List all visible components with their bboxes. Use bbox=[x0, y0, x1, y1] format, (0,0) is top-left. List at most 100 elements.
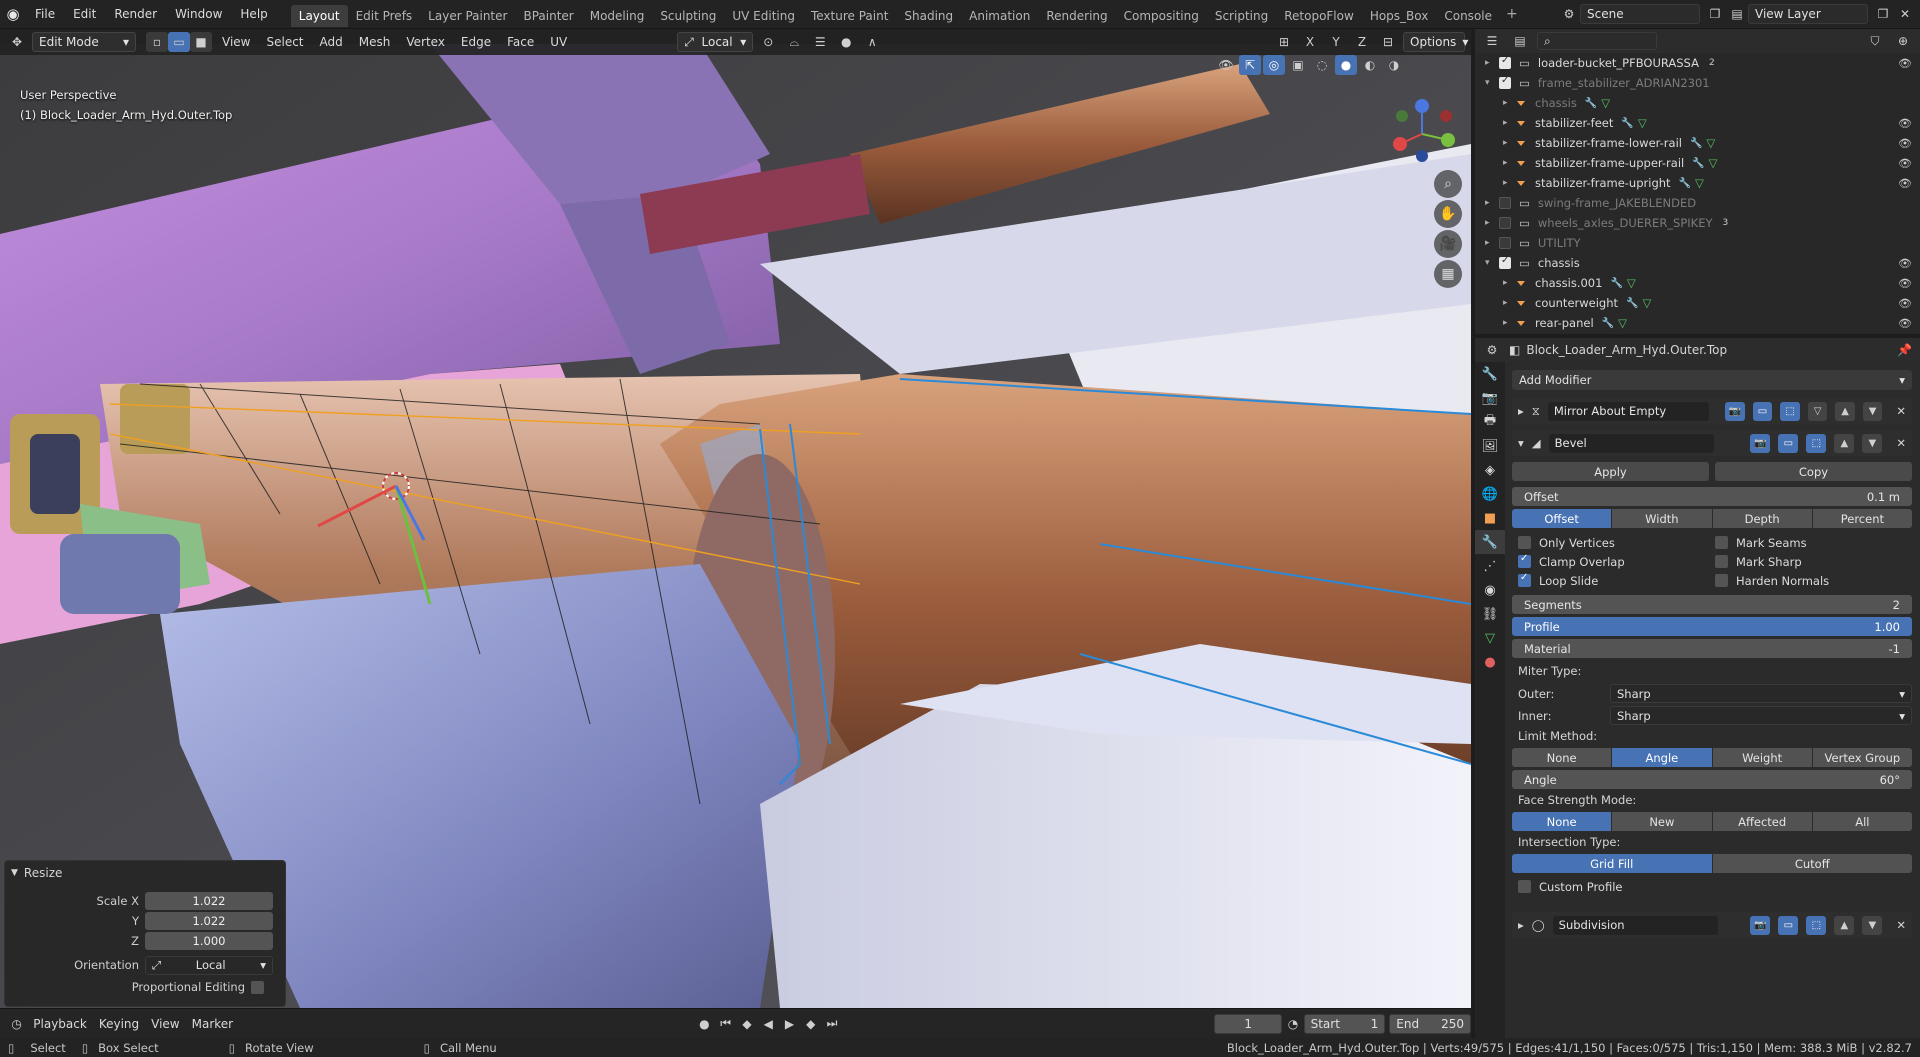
custom-profile-option[interactable]: Custom Profile bbox=[1512, 877, 1912, 896]
outliner-editor-icon[interactable]: ☰ bbox=[1481, 31, 1503, 51]
render-tab-icon[interactable]: 📷 bbox=[1475, 386, 1505, 410]
expand-arrow-icon[interactable]: ▸ bbox=[1503, 298, 1517, 308]
filter-icon[interactable]: ⛉ bbox=[1864, 31, 1886, 51]
visibility-icon[interactable]: 👁 bbox=[1215, 55, 1237, 75]
vertex-select-icon[interactable]: ▫ bbox=[146, 32, 168, 52]
current-frame-field[interactable]: 1 bbox=[1214, 1013, 1283, 1034]
menu-file[interactable]: File bbox=[26, 0, 64, 29]
width-type-width[interactable]: Width bbox=[1612, 509, 1712, 528]
editor-type-icon[interactable]: ✥ bbox=[6, 32, 28, 52]
tab-layer-painter[interactable]: Layer Painter bbox=[420, 5, 515, 27]
new-collection-icon[interactable]: ⊕ bbox=[1892, 31, 1914, 51]
record-icon[interactable]: ● bbox=[694, 1014, 715, 1034]
tab-compositing[interactable]: Compositing bbox=[1116, 5, 1207, 27]
falloff-icon[interactable]: ∧ bbox=[861, 32, 883, 52]
mirror-icon[interactable]: ⊞ bbox=[1273, 32, 1295, 52]
custom-profile-checkbox[interactable] bbox=[1518, 880, 1531, 893]
menu-playback[interactable]: Playback bbox=[27, 1017, 93, 1031]
outer-miter-dropdown[interactable]: Sharp ▾ bbox=[1610, 684, 1912, 703]
expand-arrow-icon[interactable]: ▸ bbox=[1485, 58, 1499, 68]
tool-tab-icon[interactable]: 🔧 bbox=[1475, 362, 1505, 386]
visibility-eye-icon[interactable]: 👁 bbox=[1898, 317, 1912, 330]
axis-y-toggle[interactable]: Y bbox=[1325, 32, 1347, 52]
harden-normals-checkbox[interactable] bbox=[1715, 574, 1728, 587]
editmode-toggle-icon[interactable]: ⬚ bbox=[1780, 401, 1800, 421]
exclude-checkbox[interactable] bbox=[1499, 217, 1511, 229]
visibility-eye-icon[interactable]: 👁 bbox=[1898, 297, 1912, 310]
end-frame-field[interactable]: End 250 bbox=[1389, 1013, 1471, 1034]
width-type-depth[interactable]: Depth bbox=[1712, 509, 1812, 528]
outliner-row[interactable]: ▸ counterweight 🔧 ▽ 👁 bbox=[1475, 293, 1920, 313]
auto-merge-icon[interactable]: ⊟ bbox=[1377, 32, 1399, 52]
orientation-dropdown[interactable]: ⤢ Local ▾ bbox=[145, 955, 273, 975]
width-type-percent[interactable]: Percent bbox=[1812, 509, 1912, 528]
outliner-row[interactable]: ▸ stabilizer-frame-lower-rail 🔧 ▽ 👁 bbox=[1475, 133, 1920, 153]
visibility-eye-icon[interactable]: 👁 bbox=[1898, 177, 1912, 190]
expand-arrow-icon[interactable]: ▸ bbox=[1503, 278, 1517, 288]
face-strength-none[interactable]: None bbox=[1512, 812, 1612, 831]
expand-arrow-icon[interactable]: ▾ bbox=[1518, 436, 1524, 450]
view-layer-field[interactable]: View Layer bbox=[1748, 4, 1868, 24]
clamp-overlap-checkbox[interactable] bbox=[1518, 553, 1531, 568]
face-strength-all[interactable]: All bbox=[1812, 812, 1912, 831]
expand-arrow-icon[interactable]: ▾ bbox=[1485, 258, 1499, 268]
copy-button[interactable]: Copy bbox=[1715, 462, 1912, 481]
menu-edge[interactable]: Edge bbox=[455, 35, 497, 49]
properties-editor-icon[interactable]: ⚙ bbox=[1481, 340, 1503, 360]
only-vertices-option[interactable]: Only Vertices bbox=[1518, 533, 1715, 552]
wireframe-shading-icon[interactable]: ◌ bbox=[1311, 55, 1333, 75]
inner-miter-dropdown[interactable]: Sharp ▾ bbox=[1610, 706, 1912, 725]
menu-window[interactable]: Window bbox=[166, 0, 231, 29]
options-dropdown[interactable]: Options ▾ bbox=[1403, 32, 1468, 52]
menu-uv[interactable]: UV bbox=[544, 35, 573, 49]
snap-target-icon[interactable]: ☰ bbox=[809, 32, 831, 52]
menu-add[interactable]: Add bbox=[314, 35, 349, 49]
mark-seams-option[interactable]: Mark Seams bbox=[1715, 533, 1912, 552]
remove-view-layer-icon[interactable]: ✕ bbox=[1894, 4, 1916, 24]
move-down-icon[interactable]: ▼ bbox=[1862, 915, 1883, 935]
exclude-checkbox[interactable] bbox=[1499, 237, 1511, 249]
outliner-row[interactable]: ▸ stabilizer-frame-upper-rail 🔧 ▽ 👁 bbox=[1475, 153, 1920, 173]
outliner-row[interactable]: ▸ stabilizer-frame-upright 🔧 ▽ 👁 bbox=[1475, 173, 1920, 193]
loop-slide-option[interactable]: Loop Slide bbox=[1518, 571, 1715, 590]
tab-modeling[interactable]: Modeling bbox=[582, 5, 653, 27]
tab-animation[interactable]: Animation bbox=[961, 5, 1038, 27]
constraints-tab-icon[interactable]: ⛓ bbox=[1475, 602, 1505, 626]
outliner-row[interactable]: ▸ ▭ UTILITY bbox=[1475, 233, 1920, 253]
pivot-icon[interactable]: ⊙ bbox=[757, 32, 779, 52]
expand-arrow-icon[interactable]: ▸ bbox=[1518, 404, 1524, 418]
outliner-row[interactable]: ▾ ▭ frame_stabilizer_ADRIAN2301 bbox=[1475, 73, 1920, 93]
menu-vertex[interactable]: Vertex bbox=[400, 35, 451, 49]
add-modifier-dropdown[interactable]: Add Modifier ▾ bbox=[1512, 370, 1912, 390]
expand-arrow-icon[interactable]: ▸ bbox=[1485, 218, 1499, 228]
move-down-icon[interactable]: ▼ bbox=[1862, 433, 1883, 453]
menu-edit[interactable]: Edit bbox=[64, 0, 105, 29]
pan-hand-icon[interactable]: ✋ bbox=[1434, 200, 1462, 228]
rendered-shading-icon[interactable]: ◑ bbox=[1383, 55, 1405, 75]
profile-slider[interactable]: Profile 1.00 bbox=[1512, 617, 1912, 636]
close-icon[interactable]: ✕ bbox=[1896, 436, 1906, 450]
limit-vertex-group[interactable]: Vertex Group bbox=[1812, 748, 1912, 767]
ortho-grid-icon[interactable]: ▦ bbox=[1434, 260, 1462, 288]
offset-slider[interactable]: Offset 0.1 m bbox=[1512, 487, 1912, 506]
zoom-icon[interactable]: ⌕ bbox=[1434, 170, 1462, 198]
move-up-icon[interactable]: ▲ bbox=[1834, 433, 1855, 453]
intersection-grid-fill[interactable]: Grid Fill bbox=[1512, 854, 1712, 873]
view-layer-tab-icon[interactable]: 🖼 bbox=[1475, 434, 1505, 458]
expand-arrow-icon[interactable]: ▸ bbox=[1503, 158, 1517, 168]
face-strength-new[interactable]: New bbox=[1612, 812, 1712, 831]
expand-arrow-icon[interactable]: ▸ bbox=[1485, 238, 1499, 248]
clock-icon[interactable]: ◔ bbox=[1282, 1014, 1303, 1034]
mark-sharp-option[interactable]: Mark Sharp bbox=[1715, 552, 1912, 571]
menu-help[interactable]: Help bbox=[231, 0, 276, 29]
menu-marker[interactable]: Marker bbox=[186, 1017, 239, 1031]
editmode-toggle-icon[interactable]: ⬚ bbox=[1806, 433, 1827, 453]
prev-keyframe-icon[interactable]: ◆ bbox=[736, 1014, 757, 1034]
exclude-checkbox[interactable] bbox=[1499, 75, 1511, 89]
limit-none[interactable]: None bbox=[1512, 748, 1612, 767]
view-layer-icon[interactable]: ▤ bbox=[1726, 4, 1748, 24]
tab-retopoflow[interactable]: RetopoFlow bbox=[1276, 5, 1362, 27]
tab-bpainter[interactable]: BPainter bbox=[515, 5, 581, 27]
tab-texture-paint[interactable]: Texture Paint bbox=[803, 5, 896, 27]
menu-face[interactable]: Face bbox=[501, 35, 540, 49]
